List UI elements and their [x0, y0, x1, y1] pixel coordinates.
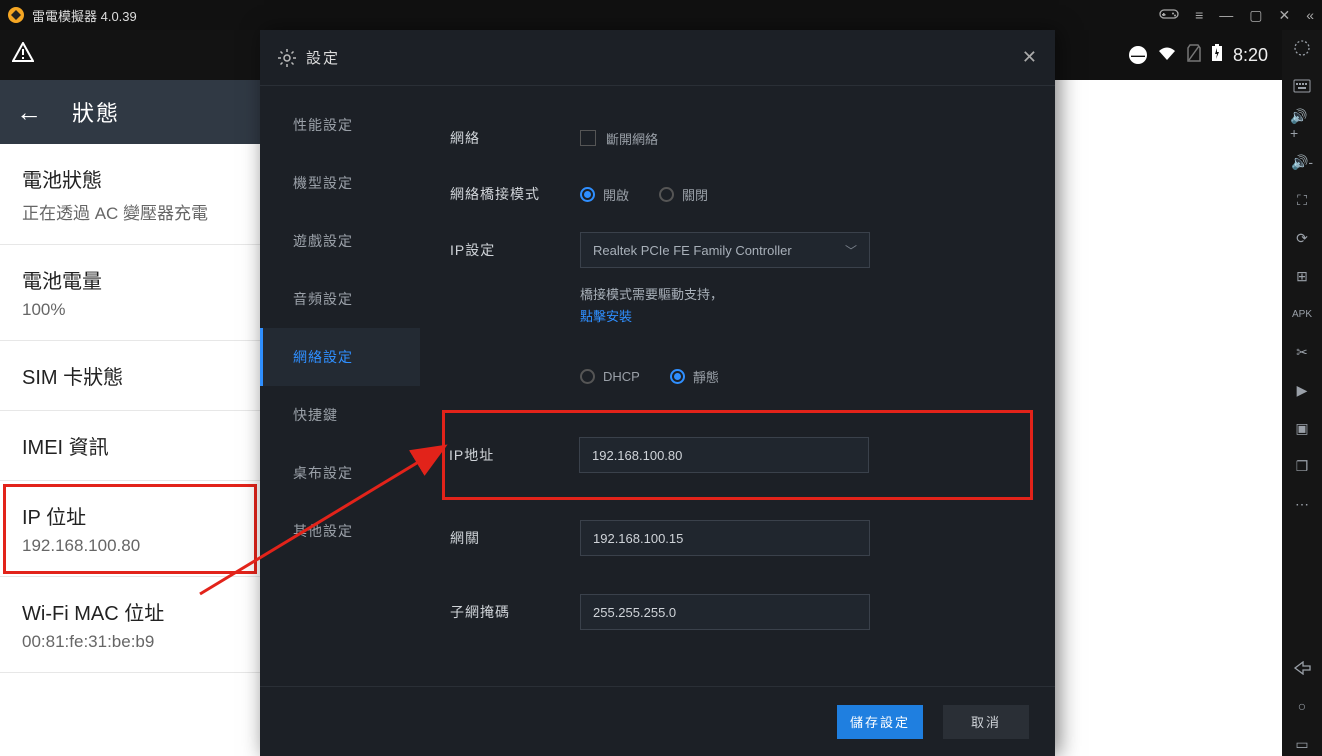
main-area: — 8:20 設定 ✕ 性能設定 機型設定 遊戲設定 音頻設定 網絡設定 [260, 30, 1282, 756]
status-item-mac[interactable]: Wi-Fi MAC 位址 00:81:fe:31:be:b9 [0, 577, 260, 673]
bridge-note: 橋接模式需要驅動支持， [580, 284, 723, 306]
clock: 8:20 [1233, 45, 1268, 66]
nav-home-icon[interactable]: ○ [1290, 694, 1314, 718]
side-audio[interactable]: 音頻設定 [260, 270, 420, 328]
save-button[interactable]: 儲存設定 [837, 705, 923, 739]
adapter-select[interactable]: Realtek PCIe FE Family Controller ﹀ [580, 232, 870, 268]
wifi-icon [1157, 45, 1177, 66]
collapse-sidebar-icon[interactable]: « [1306, 7, 1314, 23]
gear-icon [278, 49, 296, 67]
toolbar-sync-icon[interactable]: ⟳ [1290, 226, 1314, 250]
side-game[interactable]: 遊戲設定 [260, 212, 420, 270]
settings-content: 網絡 斷開網絡 網絡橋接模式 開啟 關閉 IP設定 Real [420, 86, 1055, 686]
toolbar-play-icon[interactable]: ▶ [1290, 378, 1314, 402]
ip-input[interactable] [579, 437, 869, 473]
mask-input[interactable] [580, 594, 870, 630]
back-arrow-icon[interactable]: ← [16, 97, 42, 128]
toolbar-more-icon[interactable]: ⋯ [1290, 492, 1314, 516]
status-item-sim[interactable]: SIM 卡狀態 [0, 341, 260, 411]
toolbar-screenshot-icon[interactable]: ▣ [1290, 416, 1314, 440]
warning-icon [12, 42, 34, 68]
minimize-icon[interactable]: — [1219, 7, 1233, 23]
radio-bridge-on[interactable] [580, 187, 595, 202]
maximize-icon[interactable]: ▢ [1249, 7, 1262, 24]
nav-recent-icon[interactable]: ▭ [1290, 732, 1314, 756]
radio-static[interactable] [670, 369, 685, 384]
close-icon[interactable]: ✕ [1278, 7, 1290, 24]
gateway-input[interactable] [580, 520, 870, 556]
app-titlebar: 雷電模擬器 4.0.39 ≡ — ▢ ✕ « [0, 0, 1322, 30]
toolbar-keyboard-icon[interactable] [1290, 74, 1314, 98]
adapter-value: Realtek PCIe FE Family Controller [593, 243, 792, 258]
app-title: 雷電模擬器 4.0.39 [32, 6, 137, 25]
toolbar-add-icon[interactable]: ⊞ [1290, 264, 1314, 288]
side-model[interactable]: 機型設定 [260, 154, 420, 212]
status-item-battery-state[interactable]: 電池狀態 正在透過 AC 變壓器充電 [0, 144, 260, 245]
label-bridge-on: 開啟 [603, 185, 629, 204]
menu-icon[interactable]: ≡ [1195, 7, 1203, 23]
chevron-down-icon: ﹀ [845, 242, 857, 259]
label-disconnect: 斷開網絡 [606, 129, 658, 148]
settings-sidebar: 性能設定 機型設定 遊戲設定 音頻設定 網絡設定 快捷鍵 桌布設定 其他設定 [260, 86, 420, 686]
side-performance[interactable]: 性能設定 [260, 96, 420, 154]
ip-highlight-box: IP地址 [442, 410, 1033, 500]
modal-close-icon[interactable]: ✕ [1022, 47, 1037, 68]
status-header: ← 狀態 [0, 80, 260, 144]
window-controls: ≡ — ▢ ✕ « [1159, 7, 1314, 24]
emulator-toolbar: 🔊+ 🔊- ⛶ ⟳ ⊞ APK ✂ ▶ ▣ ❐ ⋯ ○ ▭ [1282, 30, 1322, 756]
toolbar-cut-icon[interactable]: ✂ [1290, 340, 1314, 364]
install-driver-link[interactable]: 點擊安裝 [580, 306, 723, 325]
toolbar-fullscreen-icon[interactable]: ⛶ [1290, 188, 1314, 212]
status-item-imei[interactable]: IMEI 資訊 [0, 411, 260, 481]
label-static: 靜態 [693, 367, 719, 386]
toolbar-voldown-icon[interactable]: 🔊- [1290, 150, 1314, 174]
label-ipsetting: IP設定 [450, 240, 580, 260]
toolbar-multi-icon[interactable]: ❐ [1290, 454, 1314, 478]
radio-dhcp[interactable] [580, 369, 595, 384]
dnd-icon: — [1129, 46, 1147, 64]
side-shortcuts[interactable]: 快捷鍵 [260, 386, 420, 444]
cancel-button[interactable]: 取消 [943, 705, 1029, 739]
label-mask: 子網掩碼 [450, 602, 580, 622]
status-panel: ← 狀態 電池狀態 正在透過 AC 變壓器充電 電池電量 100% SIM 卡狀… [0, 30, 260, 756]
status-panel-topbar [0, 30, 260, 80]
label-dhcp: DHCP [603, 369, 640, 384]
app-logo-icon [8, 7, 24, 23]
side-other[interactable]: 其他設定 [260, 502, 420, 560]
no-sim-icon [1187, 44, 1201, 67]
toolbar-apk-icon[interactable]: APK [1290, 302, 1314, 326]
gamepad-icon[interactable] [1159, 7, 1179, 24]
toolbar-settings-icon[interactable] [1290, 36, 1314, 60]
label-gateway: 網關 [450, 528, 580, 548]
status-title: 狀態 [72, 96, 120, 128]
status-item-battery-level[interactable]: 電池電量 100% [0, 245, 260, 341]
modal-title: 設定 [306, 47, 340, 68]
label-bridge: 網絡橋接模式 [450, 184, 580, 204]
checkbox-disconnect[interactable] [580, 130, 596, 146]
status-item-ip[interactable]: IP 位址 192.168.100.80 [0, 481, 260, 577]
label-bridge-off: 關閉 [682, 185, 708, 204]
label-network: 網絡 [450, 128, 580, 148]
settings-modal: 設定 ✕ 性能設定 機型設定 遊戲設定 音頻設定 網絡設定 快捷鍵 桌布設定 其… [260, 30, 1055, 756]
nav-back-icon[interactable] [1290, 656, 1314, 680]
radio-bridge-off[interactable] [659, 187, 674, 202]
battery-icon [1211, 44, 1223, 67]
side-network[interactable]: 網絡設定 [260, 328, 420, 386]
label-ip: IP地址 [449, 445, 579, 465]
toolbar-volup-icon[interactable]: 🔊+ [1290, 112, 1314, 136]
side-wallpaper[interactable]: 桌布設定 [260, 444, 420, 502]
